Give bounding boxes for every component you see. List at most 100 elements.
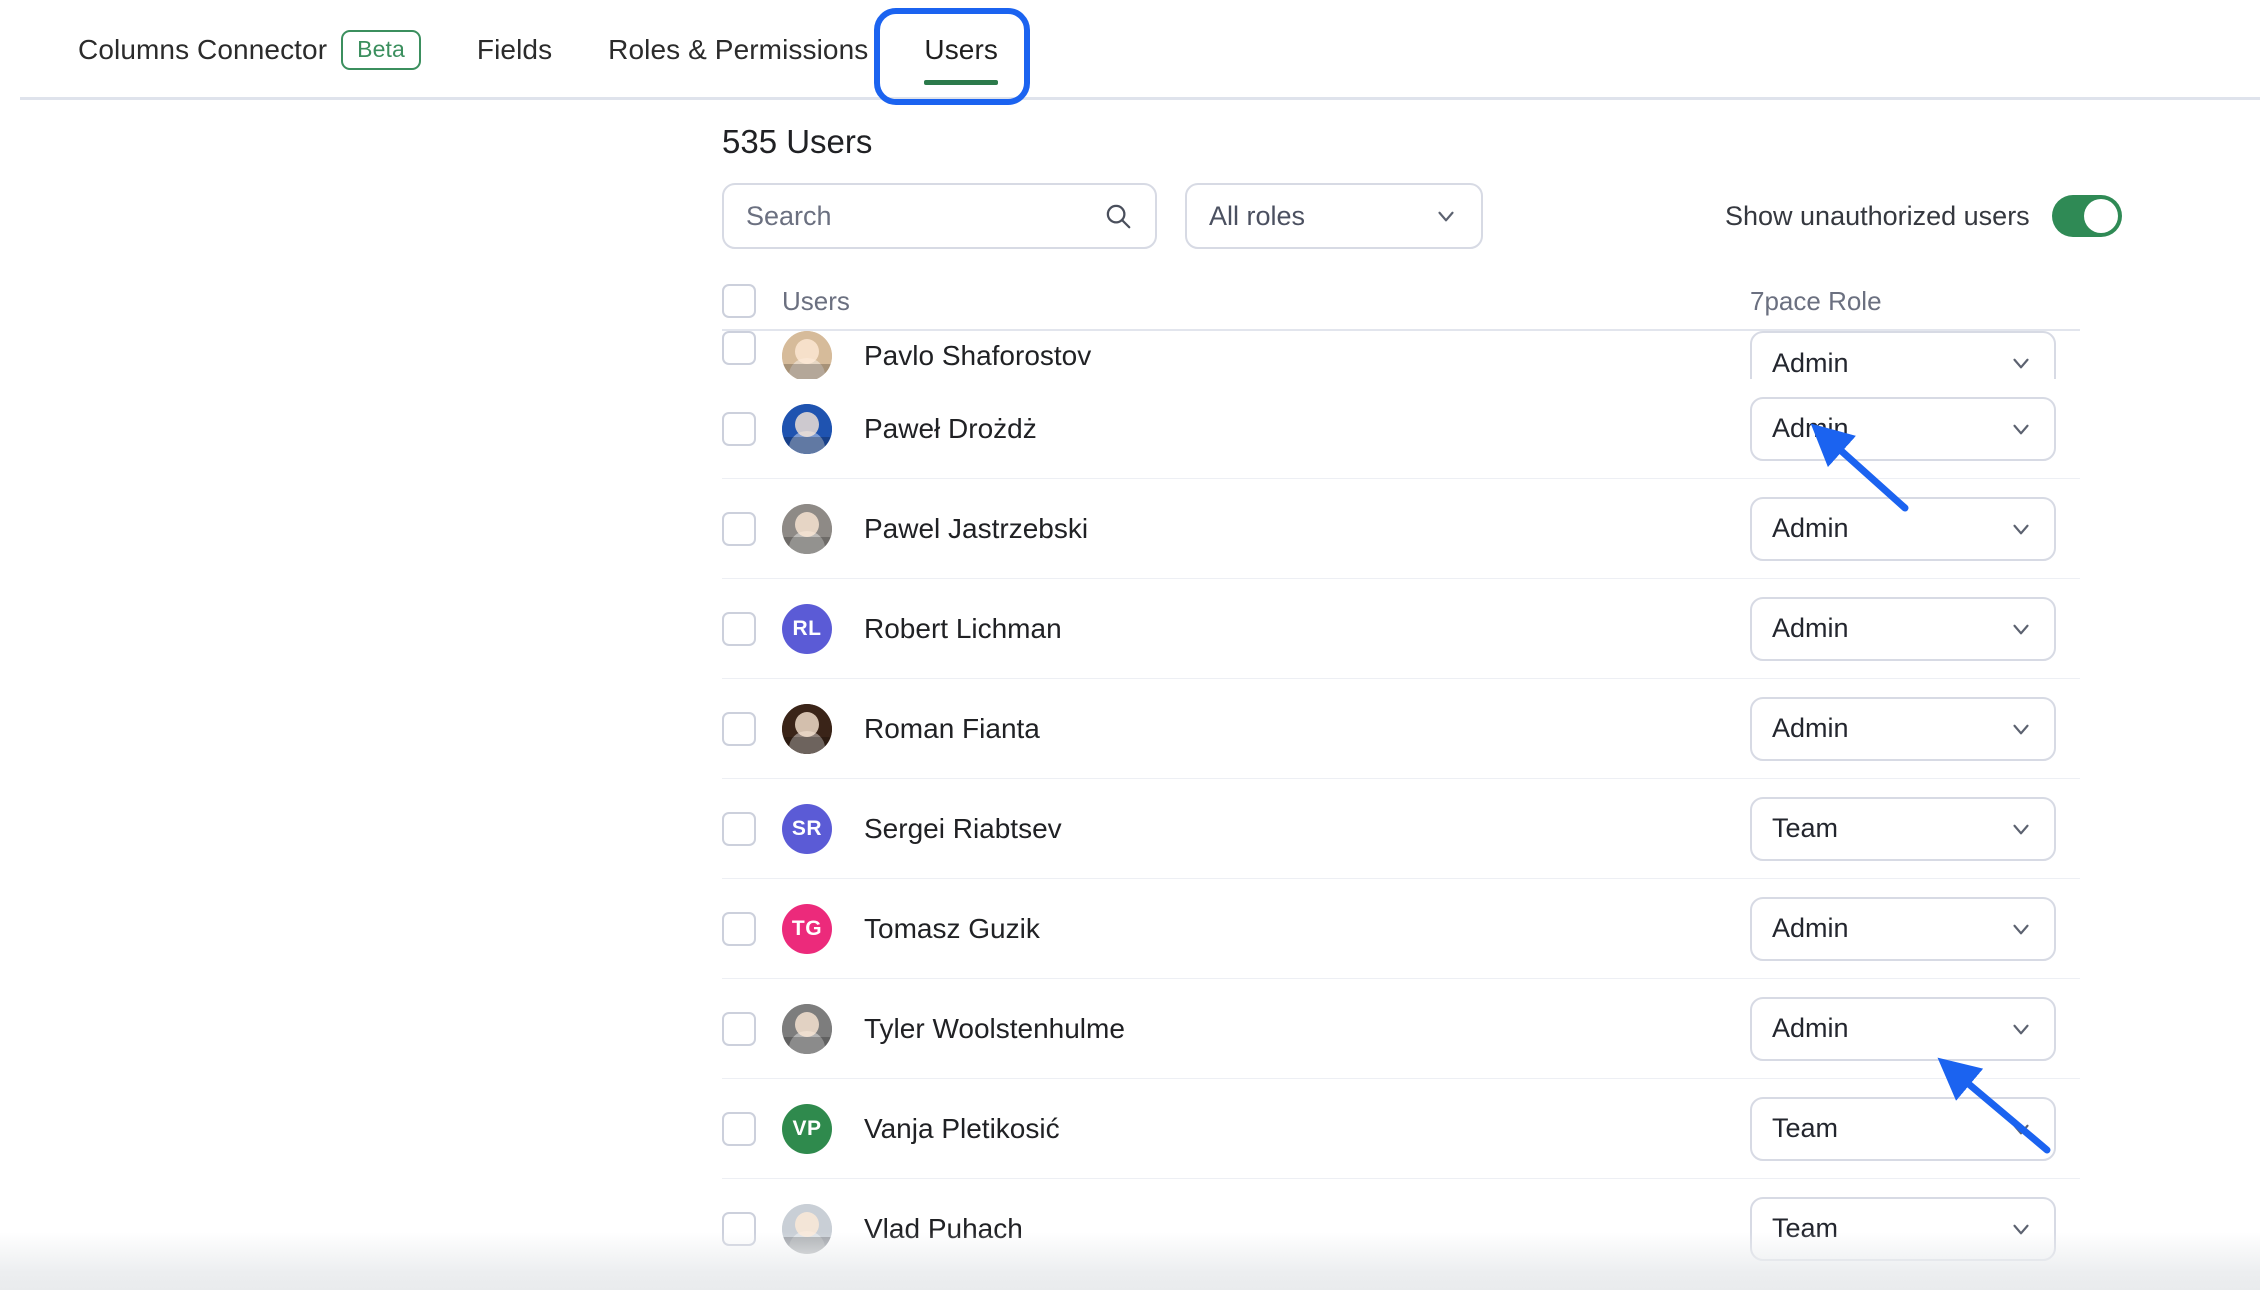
user-cell: Roman Fianta bbox=[782, 703, 1750, 754]
column-header-users: Users bbox=[782, 285, 850, 316]
beta-badge: Beta bbox=[341, 30, 421, 70]
show-unauthorized-label: Show unauthorized users bbox=[1725, 200, 2030, 231]
roles-filter-select[interactable]: All roles bbox=[1185, 183, 1483, 249]
table-row[interactable]: TG Tomasz Guzik Admin bbox=[722, 879, 2080, 979]
tab-label: Roles & Permissions bbox=[608, 34, 869, 65]
table-header-row: Users 7pace Role bbox=[722, 273, 2080, 331]
row-checkbox[interactable] bbox=[722, 331, 756, 365]
users-table: Users 7pace Role Pavlo Shaforostov Admin P… bbox=[722, 273, 2080, 1290]
role-select[interactable]: Admin bbox=[1750, 396, 2056, 461]
row-checkbox[interactable] bbox=[722, 1011, 756, 1046]
user-name: Roman Fianta bbox=[864, 712, 1040, 744]
row-checkbox[interactable] bbox=[722, 811, 756, 846]
role-cell: Team bbox=[1750, 1196, 2080, 1261]
avatar-initials: SR bbox=[791, 816, 823, 840]
user-name: Sergei Riabtsev bbox=[864, 812, 1062, 844]
tab-users[interactable]: Users bbox=[896, 0, 1026, 100]
role-select[interactable]: Admin bbox=[1750, 996, 2056, 1061]
row-checkbox[interactable] bbox=[722, 711, 756, 746]
header-users-cell: Users bbox=[782, 286, 1750, 317]
user-cell: Pawel Jastrzebski bbox=[782, 503, 1750, 554]
filter-controls: Search All roles bbox=[722, 183, 1483, 249]
select-all-checkbox[interactable] bbox=[722, 284, 756, 318]
row-checkbox[interactable] bbox=[722, 411, 756, 446]
role-cell: Admin bbox=[1750, 896, 2080, 961]
search-input[interactable]: Search bbox=[722, 183, 1157, 249]
role-value: Admin bbox=[1772, 1013, 1849, 1043]
role-cell: Admin bbox=[1750, 596, 2080, 661]
user-cell: VP Vanja Pletikosić bbox=[782, 1103, 1750, 1154]
row-checkbox[interactable] bbox=[722, 511, 756, 546]
row-checkbox[interactable] bbox=[722, 1111, 756, 1146]
row-select-cell bbox=[722, 1111, 782, 1146]
avatar-initials: RL bbox=[792, 616, 822, 640]
avatar: VP bbox=[782, 1103, 832, 1154]
table-row[interactable]: Paweł Drożdż Admin bbox=[722, 379, 2080, 479]
user-name: Paweł Drożdż bbox=[864, 412, 1037, 444]
role-cell: Admin bbox=[1750, 396, 2080, 461]
user-cell: SR Sergei Riabtsev bbox=[782, 803, 1750, 854]
row-checkbox[interactable] bbox=[722, 611, 756, 646]
role-select[interactable]: Team bbox=[1750, 1196, 2056, 1261]
user-name: Vlad Puhach bbox=[864, 1212, 1023, 1244]
avatar bbox=[782, 1203, 832, 1254]
role-cell: Admin bbox=[1750, 696, 2080, 761]
avatar bbox=[782, 503, 832, 554]
user-name: Tyler Woolstenhulme bbox=[864, 1012, 1125, 1044]
table-row[interactable]: RL Robert Lichman Admin bbox=[722, 579, 2080, 679]
avatar: SR bbox=[782, 803, 832, 854]
show-unauthorized-toggle[interactable] bbox=[2051, 195, 2122, 237]
table-row[interactable]: Pavlo Shaforostov Admin bbox=[722, 331, 2080, 379]
role-select[interactable]: Admin bbox=[1750, 331, 2056, 379]
avatar-photo bbox=[782, 503, 832, 554]
select-all-cell bbox=[722, 284, 782, 318]
role-value: Admin bbox=[1772, 413, 1849, 443]
row-select-cell bbox=[722, 331, 782, 365]
chevron-down-icon bbox=[2008, 350, 2034, 376]
header-role-cell: 7pace Role bbox=[1750, 286, 2080, 317]
tab-columns-connector[interactable]: Columns Connector Beta bbox=[50, 0, 449, 100]
table-row[interactable]: Vlad Puhach Team bbox=[722, 1179, 2080, 1279]
table-row[interactable]: Pawel Jastrzebski Admin bbox=[722, 479, 2080, 579]
user-cell: Pavlo Shaforostov bbox=[782, 331, 1750, 379]
role-select[interactable]: Admin bbox=[1750, 896, 2056, 961]
avatar-photo bbox=[782, 403, 832, 454]
row-select-cell bbox=[722, 711, 782, 746]
chevron-down-icon bbox=[2008, 816, 2034, 842]
table-row[interactable]: Roman Fianta Admin bbox=[722, 679, 2080, 779]
chevron-down-icon bbox=[2008, 916, 2034, 942]
avatar bbox=[782, 403, 832, 454]
table-row[interactable]: VP Vanja Pletikosić Team bbox=[722, 1079, 2080, 1179]
show-unauthorized-toggle-group: Show unauthorized users bbox=[1725, 183, 2122, 249]
app-root: Columns Connector Beta Fields Roles & Permi… bbox=[0, 0, 2260, 1290]
avatar-photo bbox=[782, 1203, 832, 1254]
chevron-down-icon bbox=[2008, 716, 2034, 742]
user-cell: RL Robert Lichman bbox=[782, 603, 1750, 654]
user-cell: Tyler Woolstenhulme bbox=[782, 1003, 1750, 1054]
role-select[interactable]: Team bbox=[1750, 796, 2056, 861]
chevron-down-icon bbox=[2008, 1016, 2034, 1042]
role-cell: Admin bbox=[1750, 496, 2080, 561]
tab-fields[interactable]: Fields bbox=[449, 0, 580, 100]
tab-label: Users bbox=[924, 34, 998, 65]
user-name: Pawel Jastrzebski bbox=[864, 512, 1089, 544]
toggle-knob bbox=[2083, 199, 2118, 233]
row-checkbox[interactable] bbox=[722, 911, 756, 946]
role-select[interactable]: Admin bbox=[1750, 596, 2056, 661]
role-cell: Admin bbox=[1750, 996, 2080, 1061]
role-select[interactable]: Admin bbox=[1750, 696, 2056, 761]
role-value: Admin bbox=[1772, 613, 1849, 643]
row-checkbox[interactable] bbox=[722, 1211, 756, 1246]
role-select[interactable]: Team bbox=[1750, 1096, 2056, 1161]
role-value: Admin bbox=[1772, 913, 1849, 943]
chevron-down-icon bbox=[1433, 203, 1459, 229]
tab-roles-permissions[interactable]: Roles & Permissions bbox=[580, 0, 896, 100]
role-select[interactable]: Admin bbox=[1750, 496, 2056, 561]
table-row[interactable]: Tyler Woolstenhulme Admin bbox=[722, 979, 2080, 1079]
search-placeholder: Search bbox=[746, 200, 832, 231]
avatar-photo bbox=[782, 703, 832, 754]
table-row[interactable]: SR Sergei Riabtsev Team bbox=[722, 779, 2080, 879]
row-select-cell bbox=[722, 1211, 782, 1246]
page-title: 535 Users bbox=[722, 123, 873, 160]
table-row[interactable]: 9jlwpm51@anonaddy.meNot authorized bbox=[722, 1279, 2080, 1290]
